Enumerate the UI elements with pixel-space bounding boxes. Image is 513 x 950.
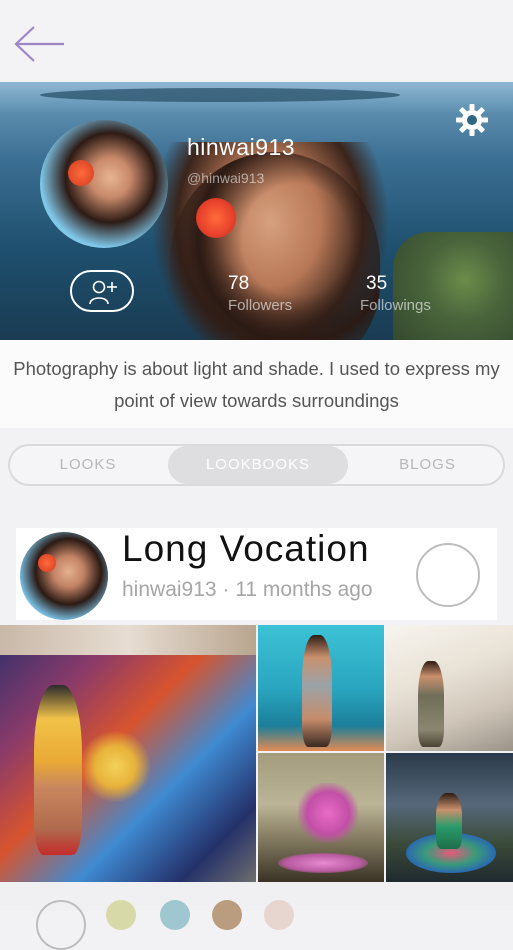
gear-icon — [456, 104, 488, 136]
followers-stat[interactable]: 78 Followers — [212, 273, 316, 314]
tab-lookbooks[interactable]: LOOKBOOKS — [168, 446, 348, 484]
next-card-thumb — [160, 900, 190, 930]
follow-button[interactable] — [70, 270, 134, 312]
followings-label: Followings — [360, 297, 431, 314]
profile-username: hinwai913 — [187, 134, 296, 160]
lookbook-photo[interactable] — [258, 753, 384, 882]
next-card-preview — [0, 882, 513, 950]
next-card-thumb — [212, 900, 242, 930]
lookbook-meta: hinwai913 · 11 months ago — [122, 578, 373, 601]
lookbook-photo[interactable] — [386, 625, 513, 751]
back-button[interactable] — [12, 24, 68, 64]
lookbook-title: Long Vocation — [122, 528, 370, 569]
photo-figure — [436, 793, 462, 849]
hero-background-flower — [196, 198, 236, 238]
lookbook-card-header[interactable]: Long Vocation hinwai913 · 11 months ago — [16, 528, 497, 620]
photo-figure — [302, 635, 332, 747]
lookbook-photo-grid — [0, 625, 513, 882]
add-user-icon — [89, 280, 117, 305]
lookbook-photo[interactable] — [0, 625, 256, 882]
profile-tabs: LOOKS LOOKBOOKS BLOGS — [8, 444, 505, 486]
avatar-flower — [68, 160, 94, 186]
settings-button[interactable] — [455, 103, 489, 137]
photo-figure — [298, 783, 358, 843]
photo-figure — [34, 685, 82, 855]
followers-count: 78 — [228, 273, 250, 294]
lookbook-photo[interactable] — [386, 753, 513, 882]
followings-stat[interactable]: 35 Followings — [360, 273, 480, 314]
lookbook-author-avatar[interactable] — [20, 532, 108, 620]
profile-bio: Photography is about light and shade. I … — [0, 340, 513, 428]
profile-handle: @hinwai913 — [187, 170, 265, 186]
tab-blogs[interactable]: BLOGS — [350, 446, 505, 484]
top-bar — [0, 0, 513, 82]
lookbook-like-button[interactable] — [416, 543, 480, 607]
next-card-thumb — [264, 900, 294, 930]
photo-figure — [278, 853, 368, 873]
followers-label: Followers — [228, 297, 293, 314]
hero-background-island — [40, 88, 400, 102]
tab-looks[interactable]: LOOKS — [10, 446, 166, 484]
next-card-thumb — [106, 900, 136, 930]
next-card-avatar — [36, 900, 86, 950]
photo-wall-top — [0, 625, 256, 655]
lookbook-photo[interactable] — [258, 625, 384, 751]
avatar-flower — [38, 554, 56, 572]
followings-count: 35 — [366, 273, 388, 294]
arrow-left-icon — [14, 26, 64, 62]
photo-figure — [418, 661, 444, 747]
profile-avatar[interactable] — [40, 120, 168, 248]
